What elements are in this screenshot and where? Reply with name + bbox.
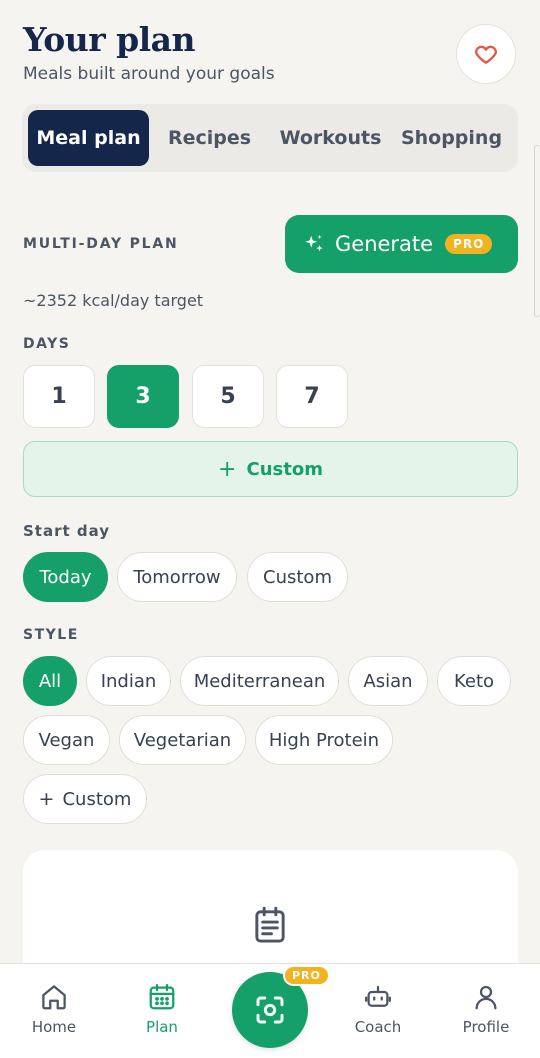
robot-icon <box>365 985 391 1007</box>
style-label: STYLE <box>23 627 79 643</box>
scan-icon <box>256 996 284 1024</box>
heart-icon <box>475 45 497 64</box>
start-day-label: Start day <box>23 522 111 540</box>
kcal-target: ~2352 kcal/day target <box>23 291 204 310</box>
page-subtitle: Meals built around your goals <box>23 64 275 84</box>
multi-day-plan-label: MULTI-DAY PLAN <box>23 236 179 252</box>
scan-pro-badge: PRO <box>283 965 330 986</box>
calendar-icon <box>149 984 175 1010</box>
custom-days-button[interactable]: + Custom <box>23 441 518 497</box>
style-keto[interactable]: Keto <box>437 656 511 706</box>
day-option-3[interactable]: 3 <box>107 365 179 428</box>
style-vegetarian[interactable]: Vegetarian <box>119 715 246 765</box>
generate-button[interactable]: Generate PRO <box>285 215 518 273</box>
style-all[interactable]: All <box>23 656 77 706</box>
day-option-5[interactable]: 5 <box>192 365 264 428</box>
start-day-custom[interactable]: Custom <box>247 552 348 602</box>
style-asian[interactable]: Asian <box>348 656 428 706</box>
generate-label: Generate <box>335 232 434 256</box>
nav-coach[interactable]: Coach <box>333 964 423 1058</box>
home-icon <box>42 985 66 1010</box>
plus-icon: + <box>218 456 237 482</box>
nav-home[interactable]: Home <box>9 964 99 1058</box>
style-vegan[interactable]: Vegan <box>23 715 110 765</box>
nav-profile-label: Profile <box>462 1018 510 1036</box>
calendar-list-icon <box>255 906 285 943</box>
tab-workouts[interactable]: Workouts <box>270 110 391 166</box>
day-option-7[interactable]: 7 <box>276 365 348 428</box>
style-custom-label: Custom <box>62 788 132 810</box>
style-custom-button[interactable]: + Custom <box>23 774 147 824</box>
nav-coach-label: Coach <box>354 1018 402 1036</box>
style-mediterranean[interactable]: Mediterranean <box>180 656 339 706</box>
favorites-button[interactable] <box>456 24 516 84</box>
day-option-1[interactable]: 1 <box>23 365 95 428</box>
tab-meal-plan[interactable]: Meal plan <box>28 110 149 166</box>
pro-badge: PRO <box>445 234 493 254</box>
section-tabs: Meal plan Recipes Workouts Shopping <box>22 104 518 172</box>
start-day-today[interactable]: Today <box>23 552 108 602</box>
start-day-tomorrow[interactable]: Tomorrow <box>117 552 237 602</box>
style-high-protein[interactable]: High Protein <box>255 715 393 765</box>
sparkle-icon <box>305 234 323 252</box>
nav-home-label: Home <box>31 1018 77 1036</box>
tabs-scroll-indicator <box>534 145 540 317</box>
nav-plan-label: Plan <box>146 1018 178 1036</box>
nav-plan[interactable]: Plan <box>117 964 207 1058</box>
plus-icon: + <box>38 788 55 810</box>
page-title: Your plan <box>23 20 196 59</box>
days-label: DAYS <box>23 336 71 352</box>
tab-shopping[interactable]: Shopping <box>391 110 512 166</box>
custom-days-label: Custom <box>246 458 323 480</box>
user-icon <box>475 985 497 1010</box>
nav-profile[interactable]: Profile <box>441 964 531 1058</box>
tab-recipes[interactable]: Recipes <box>149 110 270 166</box>
style-indian[interactable]: Indian <box>86 656 171 706</box>
